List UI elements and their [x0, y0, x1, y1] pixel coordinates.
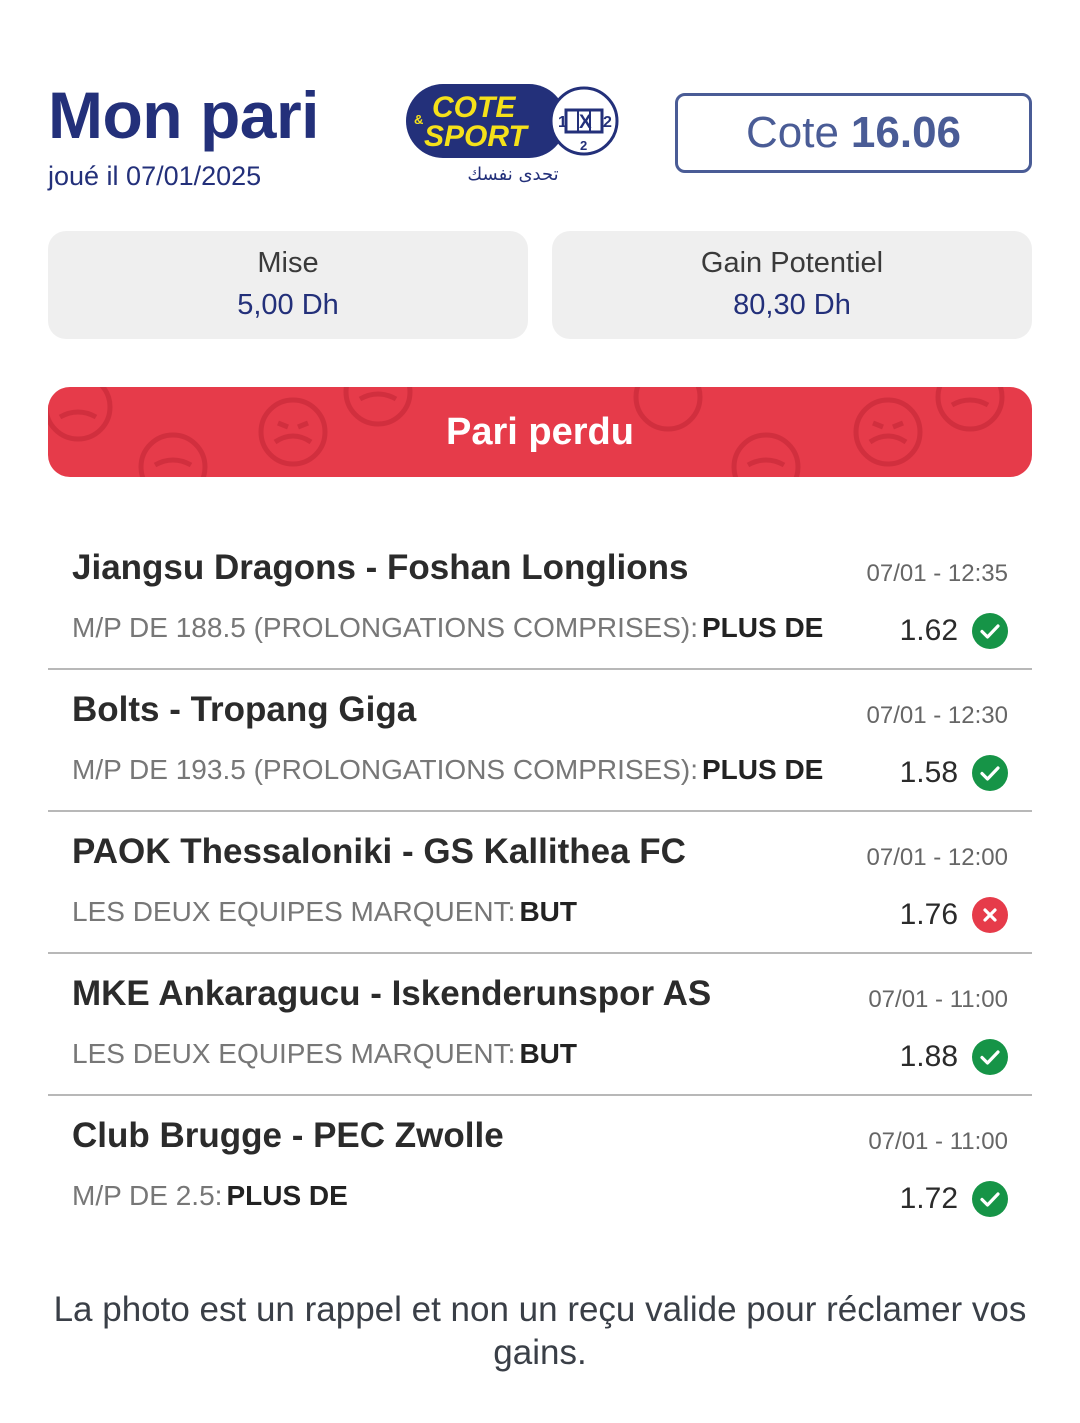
logo-grid-x: X: [579, 112, 592, 133]
bet-selection: BUT: [519, 896, 577, 927]
bet-selection: PLUS DE: [702, 754, 824, 785]
bet-odd: 1.58: [899, 756, 958, 789]
bet-market: M/P DE 188.5 (PROLONGATIONS COMPRISES): P…: [72, 612, 823, 644]
bet-market: LES DEUX EQUIPES MARQUENT: BUT: [72, 1038, 577, 1070]
bet-list: Jiangsu Dragons - Foshan Longlions 07/01…: [48, 528, 1032, 1238]
played-date: joué il 07/01/2025: [48, 161, 262, 191]
cote-sport-logo: & COTE SPORT 1 X 2 2 تحدى نفسك: [406, 84, 619, 184]
logo-amp: &: [414, 112, 423, 127]
bet-match: Bolts - Tropang Giga: [72, 690, 417, 729]
bet-time: 07/01 - 12:30: [866, 702, 1008, 729]
potential-gain-card: Gain Potentiel 80,30 Dh: [552, 231, 1032, 339]
bet-match: Jiangsu Dragons - Foshan Longlions: [72, 548, 689, 587]
bet-odd: 1.76: [899, 898, 958, 931]
page-title: Mon pari: [48, 78, 320, 152]
bet-match: PAOK Thessaloniki - GS Kallithea FC: [72, 832, 686, 871]
bet-time: 07/01 - 11:00: [868, 986, 1008, 1013]
bet-item: MKE Ankaragucu - Iskenderunspor AS 07/01…: [48, 954, 1032, 1096]
bet-market-label: M/P DE 2.5:: [72, 1180, 223, 1211]
check-icon: [972, 755, 1008, 791]
bet-status-banner: Pari perdu: [48, 387, 1032, 477]
stake-label: Mise: [257, 247, 319, 279]
logo-grid-2: 2: [603, 114, 612, 131]
bet-market-label: LES DEUX EQUIPES MARQUENT:: [72, 896, 516, 927]
bet-market: M/P DE 2.5: PLUS DE: [72, 1180, 348, 1212]
bet-status-label: Pari perdu: [446, 411, 634, 453]
logo-grid-1: 1: [558, 114, 567, 131]
logo-grid-2b: 2: [580, 138, 587, 153]
logo-sport: SPORT: [424, 120, 529, 153]
potential-gain-label: Gain Potentiel: [700, 247, 884, 279]
bet-time: 07/01 - 12:00: [866, 844, 1008, 871]
odds-value: 16.06: [850, 108, 962, 157]
stake-value: 5,00 Dh: [237, 289, 339, 321]
total-odds-box: Cote 16.06: [675, 93, 1032, 173]
check-icon: [972, 613, 1008, 649]
disclaimer-text: La photo est un rappel et non un reçu va…: [53, 1290, 1027, 1372]
bet-item: Bolts - Tropang Giga 07/01 - 12:30 M/P D…: [48, 670, 1032, 812]
bet-time: 07/01 - 11:00: [868, 1128, 1008, 1155]
bet-item: Jiangsu Dragons - Foshan Longlions 07/01…: [48, 528, 1032, 670]
potential-gain-value: 80,30 Dh: [733, 289, 851, 321]
bet-time: 07/01 - 12:35: [866, 560, 1008, 587]
bet-item: PAOK Thessaloniki - GS Kallithea FC 07/0…: [48, 812, 1032, 954]
bet-odd: 1.72: [899, 1182, 958, 1215]
bet-market-label: M/P DE 188.5 (PROLONGATIONS COMPRISES):: [72, 612, 698, 643]
bet-odd: 1.88: [899, 1040, 958, 1073]
bet-selection: PLUS DE: [226, 1180, 348, 1211]
stake-card: Mise 5,00 Dh: [48, 231, 528, 339]
bet-market-label: M/P DE 193.5 (PROLONGATIONS COMPRISES):: [72, 754, 698, 785]
bet-match: MKE Ankaragucu - Iskenderunspor AS: [72, 974, 712, 1013]
bet-selection: BUT: [519, 1038, 577, 1069]
header: Mon pari joué il 07/01/2025 & COTE SPORT…: [48, 80, 1032, 200]
bet-selection: PLUS DE: [702, 612, 824, 643]
bet-item: Club Brugge - PEC Zwolle 07/01 - 11:00 M…: [48, 1096, 1032, 1238]
bet-match: Club Brugge - PEC Zwolle: [72, 1116, 504, 1155]
odds-label: Cote: [745, 108, 839, 157]
cross-icon: [972, 897, 1008, 933]
check-icon: [972, 1181, 1008, 1217]
check-icon: [972, 1039, 1008, 1075]
bet-market: LES DEUX EQUIPES MARQUENT: BUT: [72, 896, 577, 928]
bet-market: M/P DE 193.5 (PROLONGATIONS COMPRISES): P…: [72, 754, 823, 786]
logo-arabic-tagline: تحدى نفسك: [467, 164, 558, 184]
bet-odd: 1.62: [899, 614, 958, 647]
bet-market-label: LES DEUX EQUIPES MARQUENT:: [72, 1038, 516, 1069]
